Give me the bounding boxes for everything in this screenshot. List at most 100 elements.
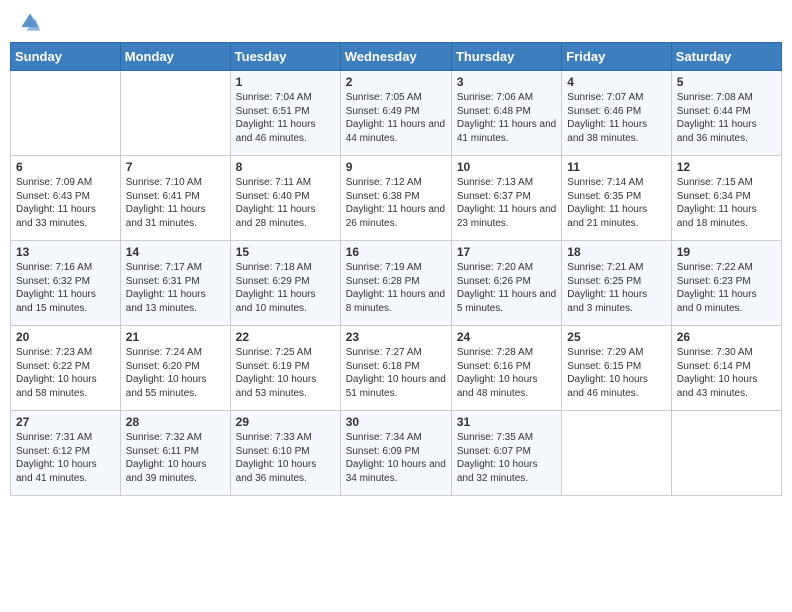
day-content: Sunrise: 7:11 AM Sunset: 6:40 PM Dayligh… [236,176,335,230]
day-number: 8 [236,160,335,174]
calendar-cell: 18 Sunrise: 7:21 AM Sunset: 6:25 PM Dayli… [562,241,671,326]
weekday-header-row: SundayMondayTuesdayWednesdayThursdayFrid… [11,43,782,71]
calendar-week-row: 13 Sunrise: 7:16 AM Sunset: 6:32 PM Dayli… [11,241,782,326]
calendar-cell: 23Sunrise: 7:27 AM Sunset: 6:18 PM Dayli… [340,326,451,411]
weekday-header-friday: Friday [562,43,671,71]
header [10,10,782,34]
day-content: Sunrise: 7:20 AM Sunset: 6:26 PM Dayligh… [457,261,556,315]
day-number: 29 [236,415,335,429]
day-content: Sunrise: 7:33 AM Sunset: 6:10 PM Dayligh… [236,431,335,485]
day-number: 24 [457,330,556,344]
calendar-cell: 2Sunrise: 7:05 AM Sunset: 6:49 PM Daylig… [340,71,451,156]
day-content: Sunrise: 7:16 AM Sunset: 6:32 PM Dayligh… [16,261,115,315]
calendar-cell: 8 Sunrise: 7:11 AM Sunset: 6:40 PM Daylig… [230,156,340,241]
calendar-cell: 7 Sunrise: 7:10 AM Sunset: 6:41 PM Daylig… [120,156,230,241]
day-content: Sunrise: 7:34 AM Sunset: 6:09 PM Dayligh… [346,431,446,485]
calendar-cell [120,71,230,156]
calendar-cell: 26 Sunrise: 7:30 AM Sunset: 6:14 PM Dayli… [671,326,781,411]
day-content: Sunrise: 7:23 AM Sunset: 6:22 PM Dayligh… [16,346,115,400]
calendar-cell: 6 Sunrise: 7:09 AM Sunset: 6:43 PM Daylig… [11,156,121,241]
day-content: Sunrise: 7:07 AM Sunset: 6:46 PM Dayligh… [567,91,665,145]
calendar-cell: 19 Sunrise: 7:22 AM Sunset: 6:23 PM Dayli… [671,241,781,326]
logo-icon [18,10,42,34]
day-content: Sunrise: 7:15 AM Sunset: 6:34 PM Dayligh… [677,176,776,230]
calendar-cell: 3 Sunrise: 7:06 AM Sunset: 6:48 PM Daylig… [451,71,561,156]
calendar-cell: 30 Sunrise: 7:34 AM Sunset: 6:09 PM Dayli… [340,411,451,496]
day-content: Sunrise: 7:17 AM Sunset: 6:31 PM Dayligh… [126,261,225,315]
day-number: 21 [126,330,225,344]
calendar-cell: 17 Sunrise: 7:20 AM Sunset: 6:26 PM Dayli… [451,241,561,326]
day-number: 3 [457,75,556,89]
day-number: 25 [567,330,665,344]
weekday-header-saturday: Saturday [671,43,781,71]
weekday-header-tuesday: Tuesday [230,43,340,71]
day-number: 17 [457,245,556,259]
day-number: 19 [677,245,776,259]
day-number: 30 [346,415,446,429]
day-content: Sunrise: 7:18 AM Sunset: 6:29 PM Dayligh… [236,261,335,315]
calendar-cell: 15 Sunrise: 7:18 AM Sunset: 6:29 PM Dayli… [230,241,340,326]
day-content: Sunrise: 7:29 AM Sunset: 6:15 PM Dayligh… [567,346,665,400]
day-content: Sunrise: 7:32 AM Sunset: 6:11 PM Dayligh… [126,431,225,485]
day-number: 18 [567,245,665,259]
calendar-week-row: 1 Sunrise: 7:04 AM Sunset: 6:51 PM Daylig… [11,71,782,156]
calendar-cell: 22Sunrise: 7:25 AM Sunset: 6:19 PM Dayli… [230,326,340,411]
calendar-cell: 5Sunrise: 7:08 AM Sunset: 6:44 PM Daylig… [671,71,781,156]
day-number: 28 [126,415,225,429]
day-content: Sunrise: 7:22 AM Sunset: 6:23 PM Dayligh… [677,261,776,315]
calendar-cell: 13 Sunrise: 7:16 AM Sunset: 6:32 PM Dayli… [11,241,121,326]
day-number: 26 [677,330,776,344]
day-number: 5 [677,75,776,89]
weekday-header-sunday: Sunday [11,43,121,71]
calendar-cell: 27Sunrise: 7:31 AM Sunset: 6:12 PM Dayli… [11,411,121,496]
day-number: 9 [346,160,446,174]
calendar-week-row: 27Sunrise: 7:31 AM Sunset: 6:12 PM Dayli… [11,411,782,496]
day-content: Sunrise: 7:05 AM Sunset: 6:49 PM Dayligh… [346,91,446,145]
day-number: 6 [16,160,115,174]
day-number: 14 [126,245,225,259]
day-content: Sunrise: 7:31 AM Sunset: 6:12 PM Dayligh… [16,431,115,485]
day-number: 7 [126,160,225,174]
calendar-cell: 21 Sunrise: 7:24 AM Sunset: 6:20 PM Dayli… [120,326,230,411]
calendar-table: SundayMondayTuesdayWednesdayThursdayFrid… [10,42,782,496]
calendar-cell: 11 Sunrise: 7:14 AM Sunset: 6:35 PM Dayli… [562,156,671,241]
day-number: 20 [16,330,115,344]
calendar-cell: 24 Sunrise: 7:28 AM Sunset: 6:16 PM Dayli… [451,326,561,411]
day-content: Sunrise: 7:04 AM Sunset: 6:51 PM Dayligh… [236,91,335,145]
day-number: 11 [567,160,665,174]
day-content: Sunrise: 7:10 AM Sunset: 6:41 PM Dayligh… [126,176,225,230]
calendar-cell: 16 Sunrise: 7:19 AM Sunset: 6:28 PM Dayli… [340,241,451,326]
weekday-header-wednesday: Wednesday [340,43,451,71]
day-number: 15 [236,245,335,259]
calendar-cell: 28 Sunrise: 7:32 AM Sunset: 6:11 PM Dayli… [120,411,230,496]
calendar-week-row: 20 Sunrise: 7:23 AM Sunset: 6:22 PM Dayli… [11,326,782,411]
day-content: Sunrise: 7:28 AM Sunset: 6:16 PM Dayligh… [457,346,556,400]
calendar-cell: 20 Sunrise: 7:23 AM Sunset: 6:22 PM Dayli… [11,326,121,411]
day-number: 31 [457,415,556,429]
day-content: Sunrise: 7:19 AM Sunset: 6:28 PM Dayligh… [346,261,446,315]
calendar-cell: 4Sunrise: 7:07 AM Sunset: 6:46 PM Daylig… [562,71,671,156]
day-content: Sunrise: 7:14 AM Sunset: 6:35 PM Dayligh… [567,176,665,230]
day-content: Sunrise: 7:24 AM Sunset: 6:20 PM Dayligh… [126,346,225,400]
day-content: Sunrise: 7:06 AM Sunset: 6:48 PM Dayligh… [457,91,556,145]
day-number: 13 [16,245,115,259]
calendar-cell: 29 Sunrise: 7:33 AM Sunset: 6:10 PM Dayli… [230,411,340,496]
day-content: Sunrise: 7:30 AM Sunset: 6:14 PM Dayligh… [677,346,776,400]
weekday-header-monday: Monday [120,43,230,71]
day-number: 12 [677,160,776,174]
day-content: Sunrise: 7:09 AM Sunset: 6:43 PM Dayligh… [16,176,115,230]
day-content: Sunrise: 7:21 AM Sunset: 6:25 PM Dayligh… [567,261,665,315]
day-number: 1 [236,75,335,89]
day-content: Sunrise: 7:12 AM Sunset: 6:38 PM Dayligh… [346,176,446,230]
day-content: Sunrise: 7:13 AM Sunset: 6:37 PM Dayligh… [457,176,556,230]
calendar-cell: 25 Sunrise: 7:29 AM Sunset: 6:15 PM Dayli… [562,326,671,411]
calendar-cell: 12 Sunrise: 7:15 AM Sunset: 6:34 PM Dayli… [671,156,781,241]
calendar-cell [562,411,671,496]
day-number: 16 [346,245,446,259]
weekday-header-thursday: Thursday [451,43,561,71]
calendar-cell [671,411,781,496]
day-number: 22 [236,330,335,344]
logo [14,10,42,34]
calendar-cell: 1 Sunrise: 7:04 AM Sunset: 6:51 PM Daylig… [230,71,340,156]
calendar-cell: 9 Sunrise: 7:12 AM Sunset: 6:38 PM Daylig… [340,156,451,241]
